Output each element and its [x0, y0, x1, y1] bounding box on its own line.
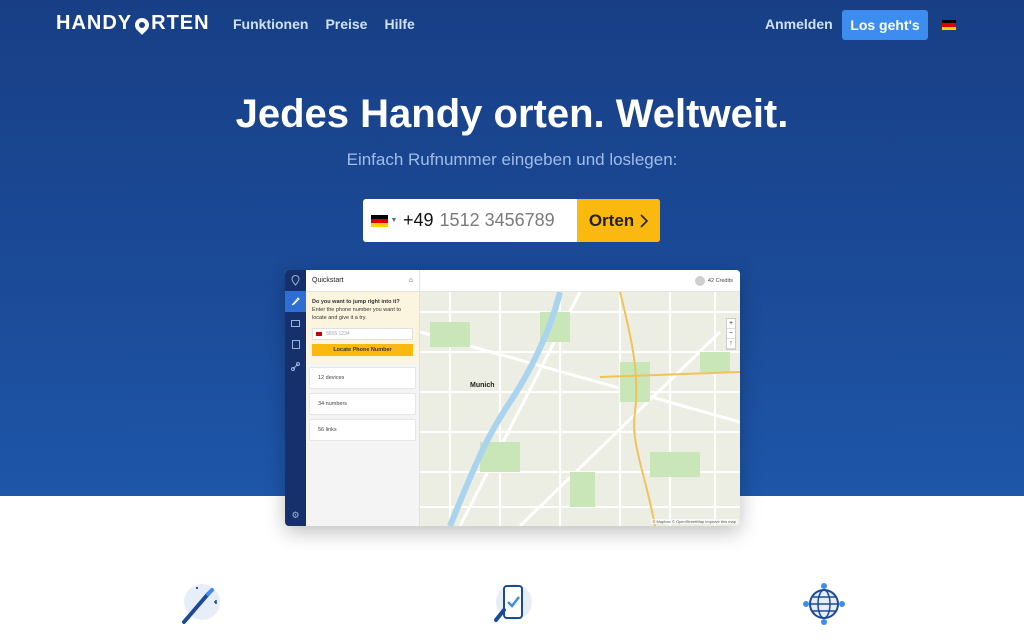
graduation-cap-icon[interactable]: ⌂ — [409, 277, 413, 284]
panel-header: Quickstart ⌂ — [306, 270, 419, 292]
stat-numbers[interactable]: 34 numbers — [309, 393, 416, 415]
map-area: 42 Credits Munich + − ↑ © Mapbox © OpenS… — [420, 270, 740, 526]
quickstart-text: Enter the phone number you want to locat… — [312, 307, 401, 321]
quickstart-box: Do you want to jump right into it? Enter… — [306, 292, 419, 363]
phone-check-icon — [494, 584, 532, 622]
link-icon[interactable] — [285, 356, 306, 377]
chevron-down-icon: ▼ — [390, 217, 398, 224]
locate-phone-button[interactable]: Locate Phone Number — [312, 344, 413, 356]
menu-item-funktionen[interactable]: Funktionen — [233, 16, 308, 32]
main-menu: Funktionen Preise Hilfe — [233, 16, 415, 32]
german-flag-icon — [370, 214, 388, 227]
zoom-out-button[interactable]: − — [727, 329, 735, 339]
zoom-in-button[interactable]: + — [727, 319, 735, 329]
locate-button[interactable]: Orten — [577, 199, 660, 242]
get-started-button[interactable]: Los geht's — [842, 10, 928, 40]
map-attribution[interactable]: © Mapbox © OpenStreetMap Improve this ma… — [650, 519, 738, 524]
feature-icons-row — [0, 580, 1024, 640]
app-preview: ⚙ Quickstart ⌂ Do you want to jump right… — [285, 270, 740, 526]
dial-code: +49 — [403, 210, 434, 230]
stat-devices[interactable]: 12 devices — [309, 367, 416, 389]
mini-phone-input[interactable]: 5656 1234 — [312, 328, 413, 340]
phone-number-input[interactable] — [439, 199, 574, 242]
rocket-icon[interactable] — [285, 291, 306, 312]
menu-item-hilfe[interactable]: Hilfe — [384, 16, 414, 32]
flag-icon — [316, 332, 322, 336]
device-icon[interactable] — [285, 313, 306, 334]
page-title: Jedes Handy orten. Weltweit. — [235, 92, 789, 136]
map-canvas[interactable]: Munich + − ↑ © Mapbox © OpenStreetMap Im… — [420, 292, 740, 526]
phone-search-bar: ▼ +49 Orten — [363, 199, 660, 242]
numbers-icon[interactable] — [285, 334, 306, 355]
app-sidebar-rail: ⚙ — [285, 270, 306, 526]
logo-text-right: RTEN — [151, 12, 210, 34]
magic-wand-icon — [182, 584, 220, 624]
mini-phone-placeholder: 5656 1234 — [326, 331, 350, 337]
quickstart-panel: Quickstart ⌂ Do you want to jump right i… — [306, 270, 420, 526]
map-city-label: Munich — [470, 382, 495, 389]
compass-button[interactable]: ↑ — [727, 339, 735, 349]
settings-icon[interactable]: ⚙ — [285, 510, 306, 521]
map-zoom-controls: + − ↑ — [726, 318, 736, 350]
menu-item-preise[interactable]: Preise — [325, 16, 367, 32]
page-subtitle: Einfach Rufnummer eingeben und loslegen: — [346, 150, 678, 169]
pin-icon[interactable] — [285, 270, 306, 291]
top-nav: HANDY RTEN Funktionen Preise Hilfe Anmel… — [0, 0, 1024, 50]
avatar[interactable] — [694, 275, 705, 286]
stat-links[interactable]: 56 links — [309, 419, 416, 441]
map-graphic: Munich — [420, 292, 740, 526]
locate-button-label: Orten — [588, 210, 635, 230]
panel-title: Quickstart — [312, 277, 344, 284]
country-selector[interactable]: ▼ — [363, 199, 399, 242]
globe-network-icon — [803, 583, 845, 625]
login-link[interactable]: Anmelden — [765, 16, 833, 32]
map-topbar: 42 Credits — [420, 270, 740, 292]
credits-label: 42 Credits — [707, 277, 733, 284]
location-pin-icon — [132, 14, 153, 35]
language-flag-icon[interactable] — [942, 20, 956, 30]
chevron-right-icon — [640, 213, 649, 228]
logo[interactable]: HANDY RTEN — [56, 12, 210, 35]
quickstart-question: Do you want to jump right into it? — [312, 299, 400, 305]
logo-text-left: HANDY — [56, 12, 133, 34]
